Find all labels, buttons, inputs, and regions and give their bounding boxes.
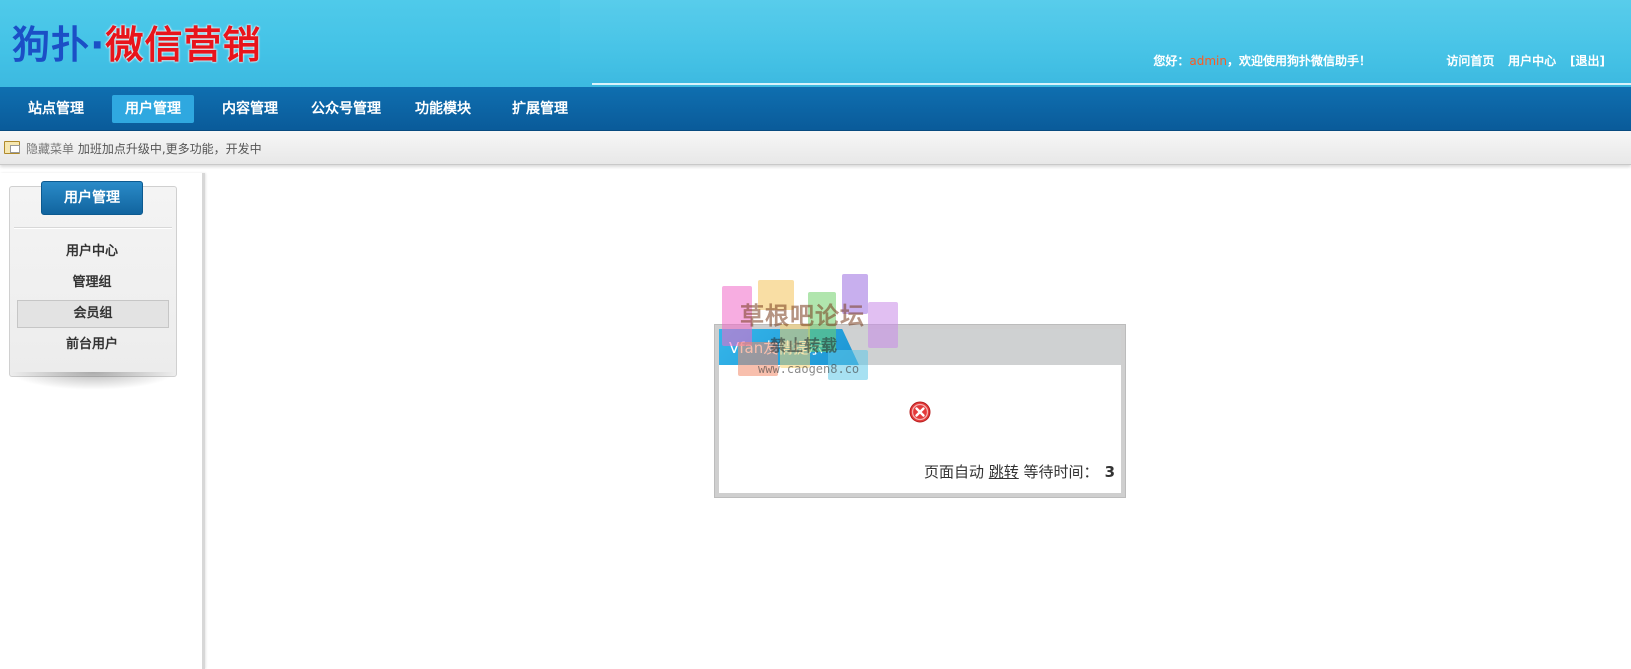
top-links: 访问首页 用户中心 [退出]	[1436, 52, 1605, 69]
nav-function-modules[interactable]: 功能模块	[402, 95, 484, 123]
welcome-prefix: 您好：	[1153, 54, 1190, 68]
sidebar-title: 用户管理	[41, 181, 143, 215]
visit-home-link[interactable]: 访问首页	[1446, 54, 1494, 68]
welcome-suffix: ，欢迎使用狗扑微信助手！	[1226, 54, 1371, 68]
notice-text-wrap: 隐藏菜单 加班加点升级中,更多功能，开发中	[26, 140, 262, 157]
sidebar-shadow	[10, 372, 176, 390]
main-nav: 站点管理 用户管理 内容管理 公众号管理 功能模块 扩展管理	[0, 87, 1631, 131]
header-divider	[592, 83, 1631, 85]
notice-bar: 隐藏菜单 加班加点升级中,更多功能，开发中	[0, 131, 1631, 165]
hide-menu-link[interactable]: 隐藏菜单	[26, 142, 74, 156]
logout-link[interactable]: [退出]	[1570, 54, 1605, 68]
sidebar-item-admin-group[interactable]: 管理组	[17, 269, 167, 297]
username: admin	[1189, 54, 1227, 68]
notice-text: 加班加点升级中,更多功能，开发中	[77, 142, 262, 156]
dialog-title-bar: Vfan友情提示	[719, 329, 1121, 365]
sidebar-item-user-center[interactable]: 用户中心	[17, 238, 167, 266]
nav-extension-management[interactable]: 扩展管理	[499, 95, 581, 123]
sidebar-item-member-group[interactable]: 会员组	[17, 300, 169, 328]
sidebar-divider	[14, 227, 172, 229]
dialog-body: Vfan友情提示 页面自动 跳转 等待时间： 3	[719, 329, 1121, 493]
sidebar-menu: 用户管理 用户中心 管理组 会员组 前台用户	[9, 181, 177, 377]
nav-user-management[interactable]: 用户管理	[112, 95, 194, 123]
redirect-jump-link[interactable]: 跳转	[989, 463, 1019, 481]
error-icon	[909, 401, 931, 423]
site-logo[interactable]: 狗扑·微信营销	[12, 18, 261, 72]
redirect-prefix: 页面自动	[923, 463, 984, 481]
nav-site-management[interactable]: 站点管理	[15, 95, 97, 123]
user-center-link[interactable]: 用户中心	[1508, 54, 1556, 68]
welcome-message: 您好：admin，欢迎使用狗扑微信助手！	[1153, 52, 1371, 69]
logo-text-red: 微信营销	[105, 23, 262, 67]
message-dialog: Vfan友情提示 页面自动 跳转 等待时间： 3	[714, 324, 1126, 498]
nav-official-account-management[interactable]: 公众号管理	[298, 95, 394, 123]
left-sidebar: 用户管理 用户中心 管理组 会员组 前台用户	[0, 173, 205, 669]
logo-dot: ·	[90, 23, 106, 67]
logo-text-blue: 狗扑	[12, 23, 91, 67]
nav-content-management[interactable]: 内容管理	[209, 95, 291, 123]
header-shine	[560, 0, 1631, 85]
redirect-message: 页面自动 跳转 等待时间： 3	[924, 461, 1115, 482]
top-header: 狗扑·微信营销 您好：admin，欢迎使用狗扑微信助手！ 访问首页 用户中心 […	[0, 0, 1631, 87]
hide-menu-icon[interactable]	[4, 141, 20, 154]
redirect-countdown: 3	[1104, 463, 1115, 481]
redirect-wait-label: 等待时间：	[1023, 463, 1099, 481]
sidebar-item-frontend-users[interactable]: 前台用户	[17, 331, 167, 359]
dialog-title: Vfan友情提示	[729, 339, 824, 357]
